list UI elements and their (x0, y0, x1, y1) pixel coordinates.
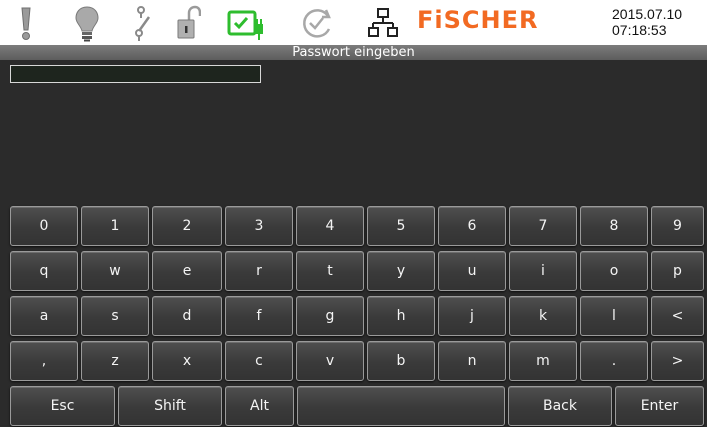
key[interactable]: z (81, 341, 149, 381)
clock: 2015.07.10 07:18:53 (612, 6, 704, 38)
password-panel (0, 60, 707, 200)
enter-key[interactable]: Enter (615, 386, 704, 426)
key[interactable]: 4 (296, 206, 364, 246)
key[interactable]: e (152, 251, 222, 291)
switch-icon[interactable] (132, 4, 158, 42)
key[interactable]: u (438, 251, 506, 291)
key[interactable]: q (10, 251, 78, 291)
key[interactable]: i (509, 251, 577, 291)
key[interactable]: j (438, 296, 506, 336)
key[interactable]: w (81, 251, 149, 291)
key[interactable]: k (509, 296, 577, 336)
key[interactable]: r (225, 251, 293, 291)
back-key[interactable]: Back (508, 386, 612, 426)
key[interactable]: 9 (651, 206, 704, 246)
key[interactable]: c (225, 341, 293, 381)
unlock-icon[interactable] (175, 4, 201, 42)
battery-plug-icon[interactable] (227, 4, 267, 42)
key[interactable]: , (10, 341, 78, 381)
key[interactable]: a (10, 296, 78, 336)
key[interactable]: 5 (367, 206, 435, 246)
brand-logo: FiSCHER (417, 6, 539, 34)
clock-date: 2015.07.10 (612, 6, 683, 22)
status-bar: FiSCHER 2015.07.10 07:18:53 (0, 0, 707, 45)
key[interactable]: o (580, 251, 648, 291)
key[interactable]: p (651, 251, 704, 291)
key[interactable]: n (438, 341, 506, 381)
key[interactable]: y (367, 251, 435, 291)
key[interactable]: d (152, 296, 222, 336)
clock-time: 07:18:53 (612, 22, 667, 38)
key[interactable]: < (651, 296, 704, 336)
space-key[interactable] (297, 386, 505, 426)
password-input[interactable] (10, 65, 261, 83)
key[interactable]: 7 (509, 206, 577, 246)
key[interactable]: 0 (10, 206, 78, 246)
key[interactable]: s (81, 296, 149, 336)
network-icon[interactable] (368, 4, 398, 42)
lightbulb-icon[interactable] (72, 4, 102, 42)
key[interactable]: 8 (580, 206, 648, 246)
key[interactable]: l (580, 296, 648, 336)
key[interactable]: m (509, 341, 577, 381)
key[interactable]: . (580, 341, 648, 381)
key[interactable]: b (367, 341, 435, 381)
key[interactable]: g (296, 296, 364, 336)
esc-key[interactable]: Esc (10, 386, 115, 426)
key[interactable]: 3 (225, 206, 293, 246)
key[interactable]: 6 (438, 206, 506, 246)
key[interactable]: v (296, 341, 364, 381)
alert-icon[interactable] (14, 4, 38, 42)
key[interactable]: t (296, 251, 364, 291)
alt-key[interactable]: Alt (225, 386, 294, 426)
key[interactable]: 2 (152, 206, 222, 246)
key[interactable]: x (152, 341, 222, 381)
key[interactable]: f (225, 296, 293, 336)
sync-check-icon[interactable] (299, 4, 335, 42)
key[interactable]: 1 (81, 206, 149, 246)
shift-key[interactable]: Shift (118, 386, 222, 426)
page-title: Passwort eingeben (0, 45, 707, 60)
key[interactable]: h (367, 296, 435, 336)
key[interactable]: > (651, 341, 704, 381)
on-screen-keyboard: Esc Shift Alt Back Enter 0123456789 qwert… (0, 200, 707, 427)
